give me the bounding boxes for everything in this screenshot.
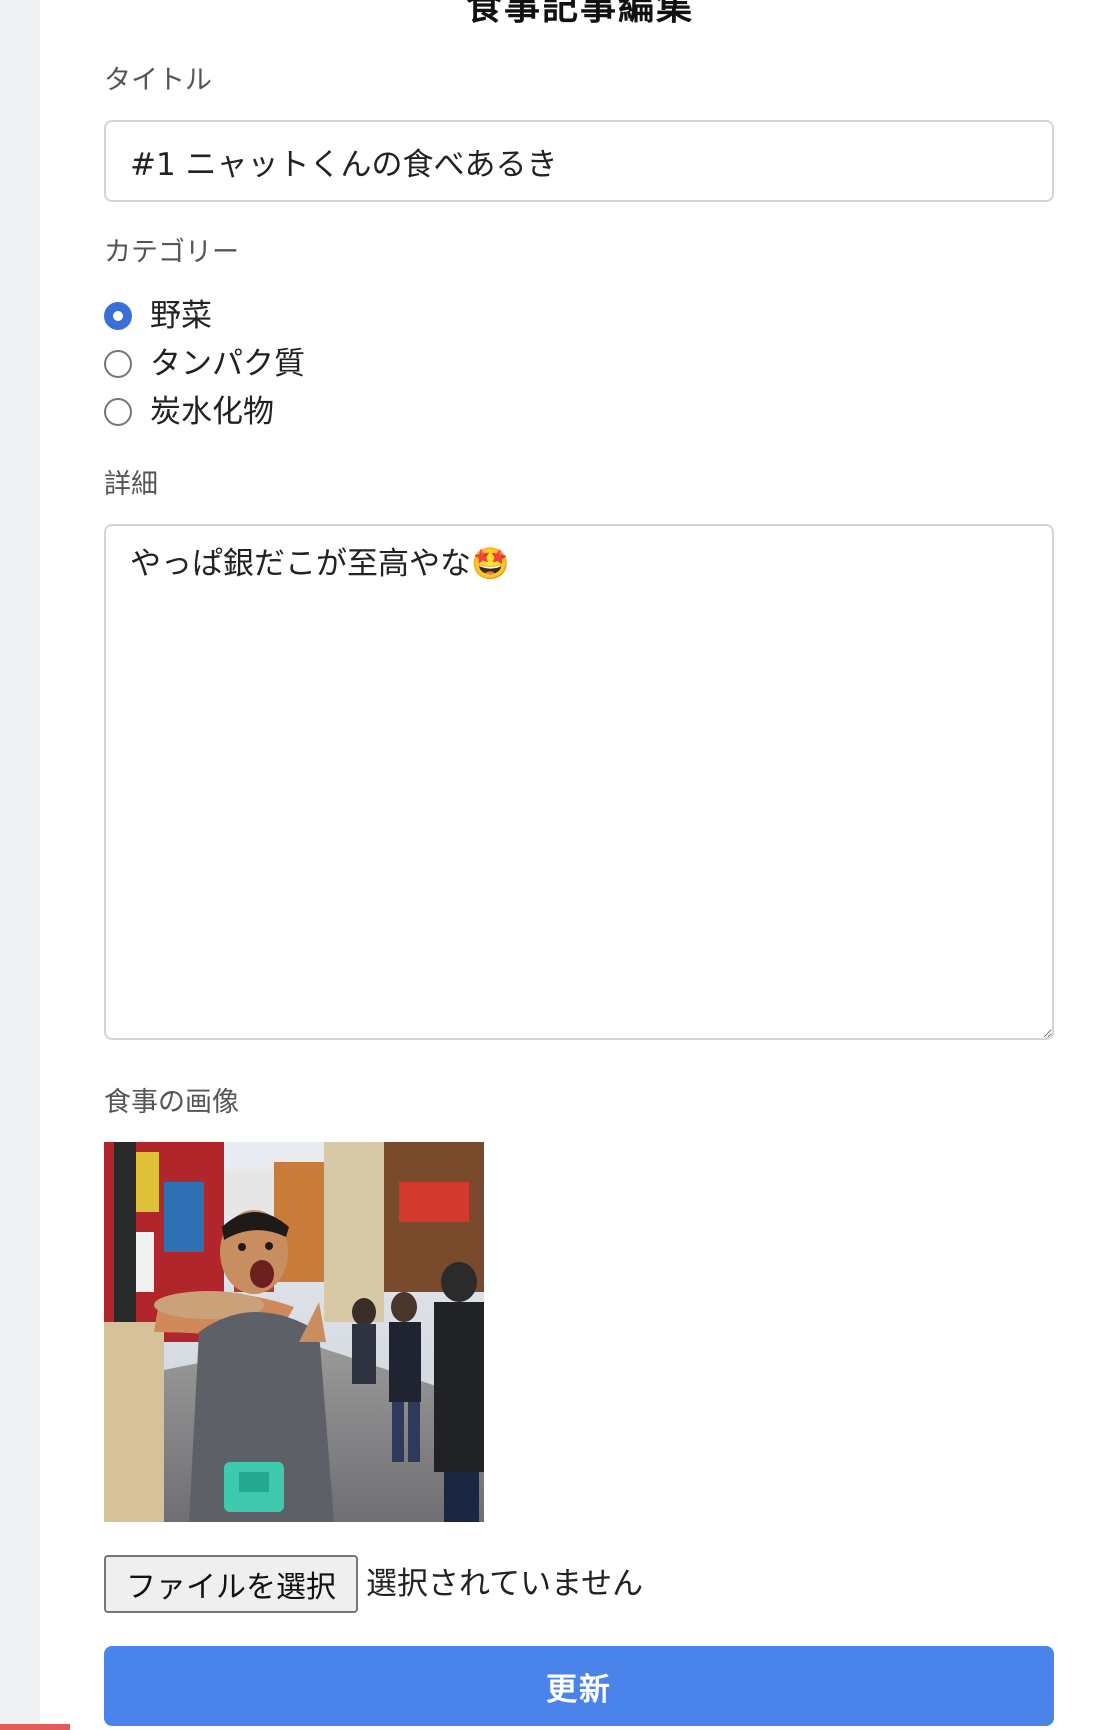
category-option-vegetable[interactable]: 野菜 [104,296,212,336]
radio-protein[interactable] [104,350,132,378]
radio-label-carbohydrate: 炭水化物 [150,394,274,430]
category-option-protein[interactable]: タンパク質 [104,344,305,384]
choose-file-button[interactable]: ファイルを選択 [104,1555,358,1613]
title-label: タイトル [104,65,212,96]
category-option-carbohydrate[interactable]: 炭水化物 [104,392,274,432]
title-input[interactable] [104,120,1054,202]
detail-label: 詳細 [104,469,158,500]
meal-photo-illustration [104,1142,484,1522]
radio-label-protein: タンパク質 [150,346,305,382]
category-label: カテゴリー [104,237,239,268]
radio-label-vegetable: 野菜 [150,298,212,334]
meal-photo [104,1142,484,1522]
detail-textarea[interactable]: やっぱ銀だこが至高やな🤩 [104,524,1054,1040]
radio-carbohydrate[interactable] [104,398,132,426]
file-status-text: 選択されていません [366,1566,644,1602]
update-button[interactable]: 更新 [104,1646,1054,1726]
image-label: 食事の画像 [104,1087,239,1118]
radio-vegetable[interactable] [104,302,132,330]
edge-indicator [0,1724,70,1730]
page-title: 食事記事編集 [465,0,694,28]
edit-form-card: 食事記事編集 タイトル カテゴリー 野菜 タンパク質 炭水化物 詳細 やっぱ銀だ… [40,0,1120,1730]
